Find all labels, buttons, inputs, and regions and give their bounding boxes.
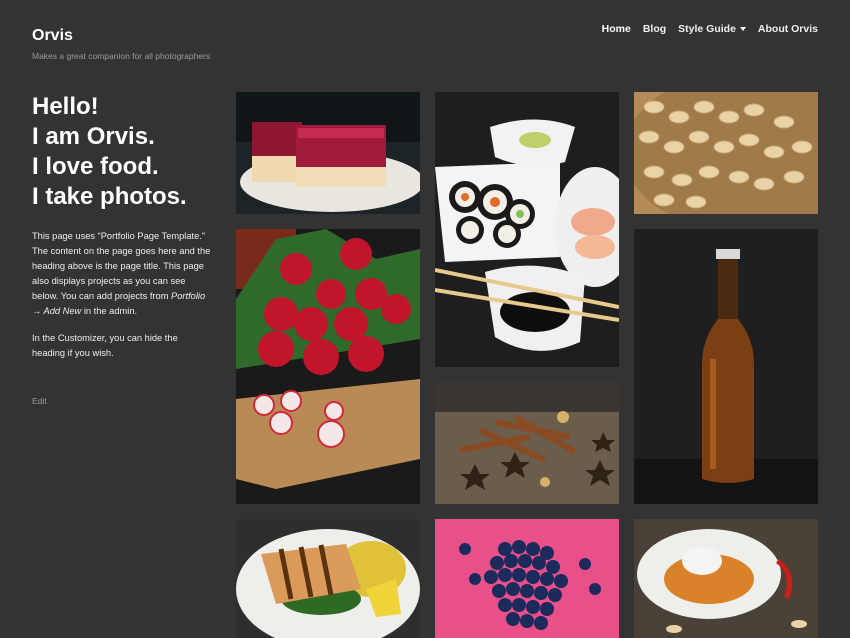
sushi-image — [435, 92, 619, 367]
page-content: This page uses “Portfolio Page Template.… — [32, 229, 212, 373]
content-paragraph: In the Customizer, you can hide the head… — [32, 333, 178, 358]
blueberries-image — [435, 519, 619, 638]
portfolio-item-beer-bottle[interactable] — [634, 229, 818, 504]
page-title-line: Hello! — [32, 93, 99, 120]
site-title[interactable]: Orvis — [32, 27, 73, 45]
nav-item-home[interactable]: Home — [602, 23, 631, 35]
portfolio-item-rice-curry[interactable] — [634, 519, 818, 638]
nav-item-style-guide[interactable]: Style Guide — [678, 23, 746, 35]
portfolio-item-sushi[interactable] — [435, 92, 619, 367]
content-paragraph: This page uses “Portfolio Page Template.… — [32, 229, 212, 319]
portfolio-item-raspberry-cake[interactable] — [236, 92, 420, 214]
portfolio-item-radishes[interactable] — [236, 229, 420, 504]
radishes-image — [236, 229, 420, 504]
beer-bottle-image — [634, 229, 818, 504]
page-title-line: I love food. — [32, 153, 159, 180]
rice-curry-image — [634, 519, 818, 638]
portfolio-item-blueberries[interactable] — [435, 519, 619, 638]
main-nav: Home Blog Style Guide About Orvis — [602, 23, 818, 35]
site-tagline: Makes a great companion for all photogra… — [32, 51, 211, 61]
page-title: Hello! I am Orvis. I love food. I take p… — [32, 92, 232, 212]
cashews-image — [634, 92, 818, 214]
cinnamon-spices-image — [435, 382, 619, 504]
edit-link[interactable]: Edit — [32, 396, 47, 406]
page-title-line: I am Orvis. — [32, 123, 155, 150]
nav-item-blog[interactable]: Blog — [643, 23, 666, 35]
raspberry-cake-image — [236, 92, 420, 214]
grilled-fish-image — [236, 519, 420, 638]
portfolio-item-cashews[interactable] — [634, 92, 818, 214]
nav-item-about-orvis[interactable]: About Orvis — [758, 23, 818, 35]
content-text: in the admin. — [81, 306, 138, 316]
page-title-line: I take photos. — [32, 183, 187, 210]
chevron-down-icon — [739, 27, 746, 31]
nav-item-style-guide-label: Style Guide — [678, 23, 736, 35]
portfolio-item-grilled-fish[interactable] — [236, 519, 420, 638]
portfolio-item-cinnamon-spices[interactable] — [435, 382, 619, 504]
